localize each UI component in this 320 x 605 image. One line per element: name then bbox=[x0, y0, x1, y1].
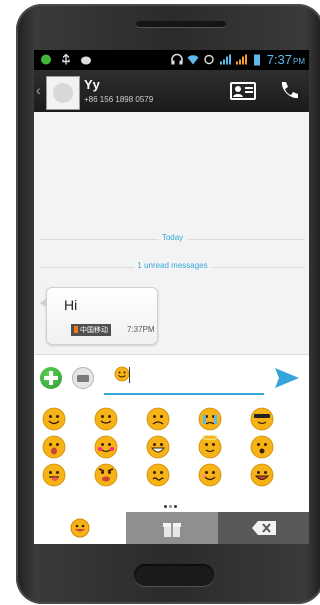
emoji-happy-icon[interactable] bbox=[250, 463, 274, 487]
emoji-grin-icon[interactable] bbox=[146, 435, 170, 459]
backspace-icon bbox=[252, 521, 276, 535]
emoji-angry-icon[interactable] bbox=[94, 463, 118, 487]
contact-name: Yy bbox=[84, 77, 100, 92]
data-sync-icon bbox=[203, 54, 214, 65]
emoji-sad-icon[interactable] bbox=[146, 407, 170, 431]
wifi-icon bbox=[187, 55, 199, 65]
date-divider: Today bbox=[40, 233, 305, 245]
backspace-tab[interactable] bbox=[218, 512, 309, 544]
inserted-emoji bbox=[114, 366, 130, 382]
contact-avatar[interactable] bbox=[46, 76, 80, 110]
signal-icon-sim2 bbox=[235, 54, 247, 65]
send-button[interactable] bbox=[274, 366, 300, 390]
notification-icon bbox=[41, 54, 51, 65]
emoji-panel-tabs bbox=[34, 512, 309, 544]
emoji-blush-icon[interactable] bbox=[94, 435, 118, 459]
keyboard-toggle-button[interactable] bbox=[72, 367, 94, 389]
emoji-page-indicator bbox=[164, 505, 177, 508]
emoji-surprised-icon[interactable] bbox=[42, 435, 66, 459]
emoji-panel bbox=[34, 401, 309, 512]
add-attachment-button[interactable] bbox=[40, 367, 62, 389]
message-text: Hi bbox=[64, 297, 78, 313]
emoji-cool-icon[interactable] bbox=[250, 407, 274, 431]
contact-number: +86 156 1898 0579 bbox=[84, 95, 154, 104]
emoji-nervous-icon[interactable] bbox=[146, 463, 170, 487]
page-dot bbox=[164, 505, 167, 508]
emoji-wink-icon[interactable] bbox=[94, 407, 118, 431]
compose-bar bbox=[34, 354, 309, 401]
unread-divider: 1 unread messages bbox=[40, 261, 305, 273]
home-button[interactable] bbox=[134, 564, 214, 586]
message-input[interactable] bbox=[104, 361, 264, 395]
gift-tab[interactable] bbox=[126, 512, 218, 544]
conversation-header: ‹ Yy +86 156 1898 0579 bbox=[34, 70, 309, 112]
headphones-icon bbox=[170, 53, 183, 65]
emoji-crying-icon[interactable] bbox=[198, 407, 222, 431]
emoji-smile-icon[interactable] bbox=[42, 407, 66, 431]
carrier-badge: 中国移动 bbox=[71, 324, 111, 336]
text-caret bbox=[129, 367, 130, 383]
emoji-shocked-icon[interactable] bbox=[250, 435, 274, 459]
message-time: 7:37PM bbox=[127, 325, 155, 334]
back-arrow-icon[interactable]: ‹ bbox=[36, 82, 41, 98]
signal-icon-sim1 bbox=[219, 54, 231, 65]
page-dot bbox=[169, 505, 172, 508]
emoji-angel-icon[interactable] bbox=[198, 434, 222, 459]
emoji-cheerful-icon[interactable] bbox=[198, 463, 222, 487]
page-dot bbox=[174, 505, 177, 508]
status-bar: 7:37PM bbox=[34, 50, 309, 70]
incoming-message-bubble[interactable]: Hi 中国移动 7:37PM bbox=[40, 287, 158, 345]
screen: 7:37PM ‹ Yy +86 156 1898 0579 Today 1 un… bbox=[34, 50, 309, 544]
android-debug-icon bbox=[81, 56, 91, 65]
keyboard-icon bbox=[77, 375, 89, 382]
battery-icon bbox=[253, 54, 260, 66]
clock: 7:37PM bbox=[266, 52, 305, 67]
usb-icon bbox=[62, 53, 70, 65]
emoji-tab[interactable] bbox=[34, 512, 126, 544]
gift-icon bbox=[163, 523, 181, 537]
emoji-tongue-icon[interactable] bbox=[42, 463, 66, 487]
contact-card-icon[interactable] bbox=[230, 82, 256, 100]
speaker-grille bbox=[136, 21, 226, 27]
emoji-tab-icon bbox=[70, 518, 90, 538]
phone-call-icon[interactable] bbox=[278, 80, 300, 102]
